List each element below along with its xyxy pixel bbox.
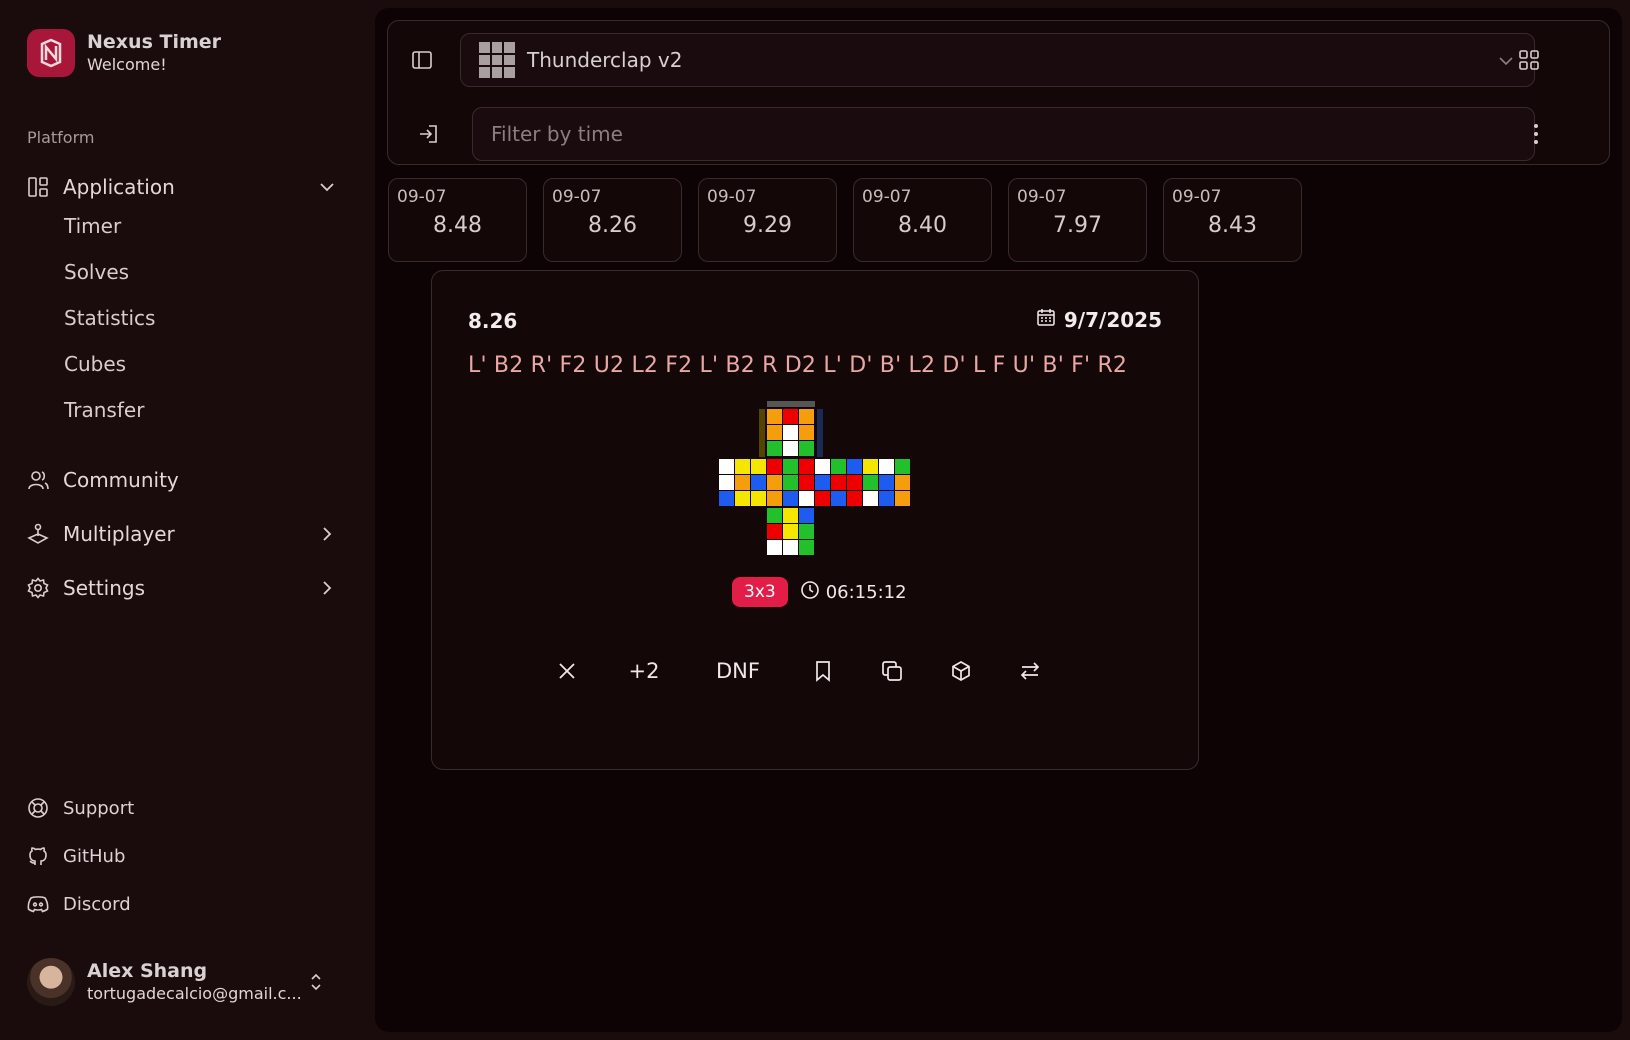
sidebar-item-cubes[interactable]: Cubes	[64, 347, 126, 381]
nav-application[interactable]: Application	[27, 169, 347, 205]
solve-time: 8.26	[588, 213, 637, 238]
sidebar-item-timer[interactable]: Timer	[64, 209, 121, 243]
solve-date: 09-07	[707, 187, 757, 207]
footer-github[interactable]: GitHub	[27, 840, 125, 872]
calendar-icon	[1036, 307, 1056, 332]
chevron-down-icon	[320, 183, 334, 192]
user-name: Alex Shang	[87, 960, 208, 982]
user-email: tortugadecalcio@gmail.c...	[87, 984, 302, 1003]
brand-title: Nexus Timer	[87, 31, 222, 53]
footer-github-label: GitHub	[63, 845, 126, 867]
discord-icon	[27, 893, 49, 915]
chevron-down-icon	[1499, 57, 1513, 66]
detail-date-value: 9/7/2025	[1063, 307, 1162, 332]
nav-community-label: Community	[63, 468, 179, 492]
detail-time: 8.26	[468, 309, 518, 333]
solve-card[interactable]: 09-07 9.29	[698, 178, 837, 262]
cube-view-button[interactable]	[946, 651, 976, 691]
joystick-icon	[27, 523, 49, 545]
solve-date: 09-07	[862, 187, 912, 207]
brand-subtitle: Welcome!	[87, 55, 167, 74]
solve-duration: 06:15:12	[800, 580, 907, 605]
footer-discord-label: Discord	[63, 893, 131, 915]
bookmark-icon	[816, 661, 830, 682]
brand[interactable]: Nexus Timer Welcome!	[27, 29, 221, 77]
solve-card[interactable]: 09-07 8.26	[543, 178, 682, 262]
solve-time: 9.29	[743, 213, 792, 238]
bookmark-button[interactable]	[808, 651, 838, 691]
github-icon	[27, 845, 49, 867]
sidebar-item-statistics[interactable]: Statistics	[64, 301, 155, 335]
copy-icon	[882, 661, 902, 681]
nav-settings[interactable]: Settings	[27, 570, 347, 606]
nav-application-label: Application	[63, 175, 175, 199]
solve-time: 8.43	[1208, 213, 1257, 238]
plus-two-button[interactable]: +2	[624, 651, 664, 691]
filter-input[interactable]	[472, 107, 1535, 161]
close-icon	[559, 663, 575, 679]
cube-grid-icon	[479, 42, 515, 78]
footer-support-label: Support	[63, 797, 135, 819]
section-label: Platform	[27, 128, 95, 147]
nav-multiplayer-label: Multiplayer	[63, 522, 175, 546]
solve-date: 09-07	[552, 187, 602, 207]
transfer-button[interactable]	[1015, 651, 1045, 691]
scramble-text: L' B2 R' F2 U2 L2 F2 L' B2 R D2 L' D' B'…	[468, 353, 1128, 378]
solve-card[interactable]: 09-07 8.40	[853, 178, 992, 262]
gear-icon	[27, 577, 49, 599]
solve-date: 09-07	[1017, 187, 1067, 207]
nexus-logo-icon	[27, 29, 75, 77]
lifebuoy-icon	[27, 797, 49, 819]
duration-value: 06:15:12	[825, 581, 907, 603]
nav-community[interactable]: Community	[27, 462, 347, 498]
solve-card[interactable]: 09-07 7.97	[1008, 178, 1147, 262]
nav-multiplayer[interactable]: Multiplayer	[27, 516, 347, 552]
grid-view-icon[interactable]	[1514, 45, 1544, 75]
avatar	[27, 958, 75, 1006]
user-menu[interactable]: Alex Shang tortugadecalcio@gmail.c...	[27, 958, 347, 1006]
solve-detail-card: 8.26 9/7/2025 L' B2 R' F2 U2 L2 F2 L' B2…	[431, 270, 1199, 770]
cube-select-value: Thunderclap v2	[527, 48, 683, 72]
solve-time: 8.48	[433, 213, 482, 238]
layout-dashboard-icon	[27, 176, 49, 198]
cube-net-image	[719, 401, 910, 555]
sidebar: Nexus Timer Welcome! Platform Applicatio…	[0, 0, 375, 1040]
category-badge: 3x3	[732, 577, 788, 607]
footer-discord[interactable]: Discord	[27, 888, 131, 920]
sidebar-toggle-icon[interactable]	[407, 45, 437, 75]
footer-support[interactable]: Support	[27, 792, 134, 824]
chevrons-up-down-icon	[311, 973, 321, 991]
more-vertical-icon[interactable]	[1521, 119, 1551, 149]
nav-settings-label: Settings	[63, 576, 146, 600]
delete-button[interactable]	[552, 651, 582, 691]
chevron-right-icon	[323, 581, 332, 595]
sidebar-item-transfer[interactable]: Transfer	[64, 393, 144, 427]
solve-date: 09-07	[397, 187, 447, 207]
solve-actions: +2 DNF	[552, 651, 1072, 691]
copy-button[interactable]	[877, 651, 907, 691]
cube-icon	[952, 661, 970, 681]
dnf-button[interactable]: DNF	[712, 651, 764, 691]
users-icon	[27, 469, 49, 491]
detail-date: 9/7/2025	[1036, 307, 1162, 332]
clock-icon	[800, 580, 820, 605]
cube-select[interactable]: Thunderclap v2	[460, 33, 1535, 87]
login-icon[interactable]	[413, 119, 443, 149]
solve-time: 8.40	[898, 213, 947, 238]
toolbar: Thunderclap v2	[387, 20, 1610, 165]
solve-meta: 3x3 06:15:12	[732, 577, 907, 607]
chevron-right-icon	[323, 527, 332, 541]
solve-date: 09-07	[1172, 187, 1222, 207]
sidebar-item-solves[interactable]: Solves	[64, 255, 129, 289]
solve-card[interactable]: 09-07 8.48	[388, 178, 527, 262]
arrows-swap-icon	[1020, 662, 1040, 680]
solve-card[interactable]: 09-07 8.43	[1163, 178, 1302, 262]
solve-time: 7.97	[1053, 213, 1102, 238]
